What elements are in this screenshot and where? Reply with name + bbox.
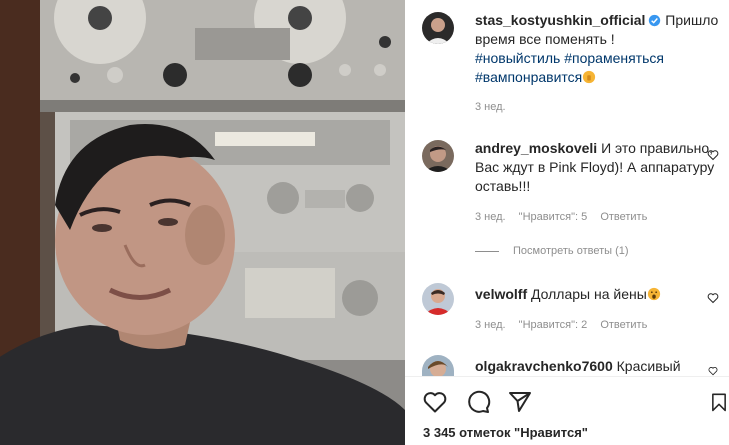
comment-likes-count[interactable]: "Нравится": 2 [519,319,588,331]
verified-badge-icon [649,14,661,27]
heart-icon[interactable] [422,389,448,415]
comment-username[interactable]: velwolff [475,286,527,302]
commenter-avatar[interactable] [422,140,454,172]
hashtag-link[interactable]: #пораменяться [564,50,664,66]
post-photo[interactable] [0,0,405,445]
comment-item: velwolff Доллары на йены [475,285,715,304]
comment-text: Красивый [616,358,681,374]
comment-meta: 3 нед. "Нравится": 5 Ответить [475,211,657,223]
replies-divider-line [475,250,499,252]
reply-button[interactable]: Ответить [600,211,647,223]
post-sidebar: stas_kostyushkin_official Пришло время в… [405,0,729,445]
comment-meta: 3 нед. "Нравится": 2 Ответить [475,319,657,331]
comment-icon[interactable] [465,389,491,415]
emoji-icon [647,287,660,301]
comment-timestamp[interactable]: 3 нед. [475,211,506,223]
view-replies-label: Посмотреть ответы (1) [513,245,629,257]
view-replies-button[interactable]: Посмотреть ответы (1) [475,245,629,257]
comment-username[interactable]: andrey_moskoveli [475,140,597,156]
bookmark-icon[interactable] [709,389,729,415]
comment-item: olgakravchenko7600 Красивый [475,357,715,376]
comment-likes-count[interactable]: "Нравится": 5 [519,211,588,223]
author-avatar[interactable] [422,12,454,44]
commenter-avatar[interactable] [422,355,454,376]
emoji-icon [583,70,596,84]
actions-divider [405,376,729,377]
hashtag-link[interactable]: #вампонравится [475,69,582,85]
likes-count[interactable]: 3 345 отметок "Нравится" [423,425,588,440]
post-timestamp[interactable]: 3 нед. [475,101,506,113]
heart-icon[interactable] [707,149,719,161]
hashtag-link[interactable]: #новыйстиль [475,50,560,66]
comment-text: Доллары на йены [531,286,647,302]
action-bar [419,389,729,415]
comment-timestamp[interactable]: 3 нед. [475,319,506,331]
post-caption: stas_kostyushkin_official Пришло время в… [475,11,725,87]
reply-button[interactable]: Ответить [600,319,647,331]
author-username[interactable]: stas_kostyushkin_official [475,12,645,28]
heart-icon[interactable] [707,292,719,304]
heart-icon[interactable] [707,366,719,376]
comment-item: andrey_moskoveli И это правильно, Вас жд… [475,139,715,196]
comment-username[interactable]: olgakravchenko7600 [475,358,613,374]
paper-plane-icon[interactable] [507,389,533,415]
commenter-avatar[interactable] [422,283,454,315]
